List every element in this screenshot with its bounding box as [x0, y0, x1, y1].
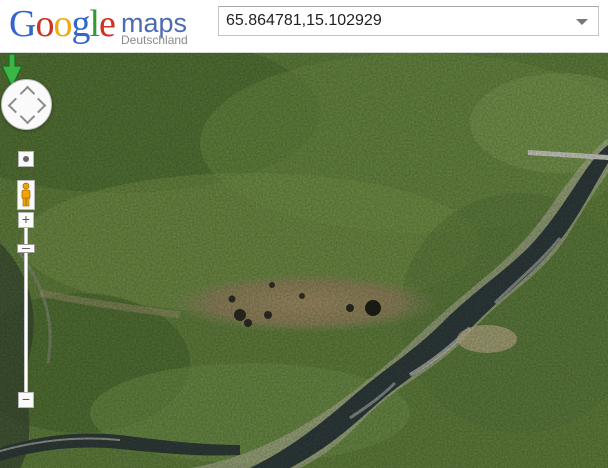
chevron-down-icon [576, 19, 588, 25]
center-location-button[interactable] [18, 151, 34, 167]
pan-control[interactable] [1, 79, 52, 130]
zoom-slider-handle[interactable] [17, 244, 35, 253]
pegman-icon [21, 182, 31, 207]
search-history-dropdown[interactable] [566, 7, 598, 35]
map-canvas[interactable] [0, 53, 608, 468]
search-input[interactable] [219, 7, 559, 35]
street-view-pegman[interactable] [17, 180, 35, 210]
satellite-imagery [0, 53, 608, 468]
grip-icon [22, 248, 30, 249]
pan-left-icon[interactable] [7, 97, 24, 114]
logo-wordmark: Google [9, 3, 116, 45]
pan-right-icon[interactable] [30, 97, 47, 114]
logo-region: Deutschland [121, 33, 188, 47]
zoom-in-button[interactable]: + [18, 212, 34, 228]
zoom-out-button[interactable]: − [18, 392, 34, 408]
pan-down-icon[interactable] [19, 108, 36, 125]
search-box [218, 6, 599, 36]
pan-up-icon[interactable] [19, 85, 36, 102]
dot-icon [23, 156, 29, 162]
app-header: Google maps Deutschland [0, 0, 608, 53]
